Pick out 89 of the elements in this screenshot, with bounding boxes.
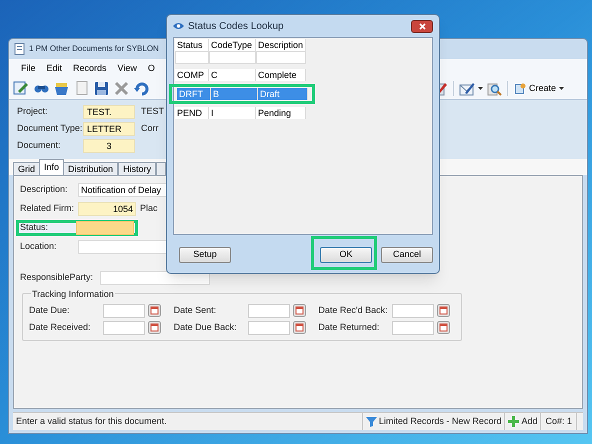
group-title: Tracking Information [31, 288, 115, 302]
calendar-icon[interactable] [148, 304, 161, 317]
input-field[interactable]: TEST. [83, 105, 135, 119]
close-icon [418, 22, 426, 30]
input-field[interactable] [392, 320, 434, 334]
table-cell: COMP [175, 69, 209, 81]
table-cell: C [209, 69, 256, 81]
menu-item[interactable]: Edit [46, 62, 62, 76]
edit-icon[interactable] [13, 80, 30, 97]
input-field[interactable]: 3 [83, 139, 135, 153]
dialog-button[interactable]: Setup [179, 246, 231, 263]
tab[interactable] [156, 162, 166, 175]
table-row[interactable]: PEND I Pending [175, 107, 306, 119]
field-label: Related Firm: [20, 202, 76, 216]
table-cell: I [209, 107, 256, 119]
field-label: Date Rec'd Back: [318, 304, 389, 317]
input-field[interactable] [103, 304, 145, 318]
field-text: TEST [141, 105, 164, 118]
input-field[interactable]: 1054 [78, 202, 136, 216]
field-label: Project: [17, 105, 49, 118]
table-cell: DRFT [177, 88, 211, 100]
field-label: Location: [20, 240, 58, 254]
field-label: Date Received: [29, 320, 92, 334]
field-text: Corr [141, 122, 158, 136]
field-label: Document: [17, 139, 62, 152]
eye-icon [173, 22, 184, 30]
input-field[interactable] [248, 304, 290, 318]
save-icon[interactable] [93, 80, 110, 97]
envelope-pen-icon[interactable] [458, 80, 475, 96]
field-label: Date Due: [29, 304, 71, 317]
field-label: Document Type: [17, 122, 83, 136]
status-text: Co#: 1 [540, 413, 577, 430]
menu-item[interactable]: View [118, 62, 137, 76]
close-button[interactable] [411, 20, 433, 32]
plus-icon [508, 416, 520, 427]
status-message: Enter a valid status for this document. [15, 414, 168, 428]
column-header[interactable]: Status [175, 39, 209, 51]
calendar-icon[interactable] [292, 304, 306, 317]
tab[interactable]: Info [39, 159, 64, 175]
menu-item[interactable]: Records [73, 62, 107, 76]
input-field[interactable] [248, 320, 290, 334]
input-field[interactable] [100, 271, 210, 285]
field-label: Date Sent: [174, 304, 218, 317]
column-header[interactable]: Description [256, 39, 306, 51]
undo-icon[interactable] [133, 80, 150, 97]
tab[interactable]: Grid [13, 162, 40, 175]
field-label: Date Returned: [318, 320, 380, 334]
field-label: ResponsibleParty: [20, 271, 94, 284]
table-cell: Draft [258, 88, 308, 100]
window-title: 1 PM Other Documents for SYBLON [29, 43, 159, 55]
calendar-icon[interactable] [148, 321, 161, 334]
field-label: Description: [20, 183, 69, 196]
input-field[interactable]: LETTER [83, 122, 135, 136]
table-cell: Pending [256, 107, 306, 119]
table-row[interactable]: COMP C Complete [175, 69, 306, 81]
dialog-button[interactable]: OK [320, 246, 372, 263]
basket-icon[interactable] [53, 80, 70, 97]
filter-field[interactable] [175, 51, 209, 64]
calendar-icon[interactable] [292, 321, 306, 334]
filter-field[interactable] [209, 51, 256, 64]
table-cell: B [211, 88, 258, 100]
caret-icon [559, 87, 564, 90]
create-button[interactable]: Create [512, 80, 566, 98]
magnifier-icon[interactable] [486, 80, 502, 96]
table-cell: PEND [175, 107, 209, 119]
status-text: Limited Records - New Record [378, 414, 502, 428]
input-field[interactable] [392, 304, 434, 318]
input-field[interactable] [103, 320, 145, 334]
field-label: Plac [140, 202, 158, 216]
new-item-icon [514, 83, 526, 94]
input-field[interactable] [76, 221, 134, 235]
field-label: Date Due Back: [174, 320, 238, 334]
menu-item[interactable]: File [21, 62, 36, 76]
dialog-button[interactable]: Cancel [381, 246, 433, 263]
field-label: Status: [20, 221, 50, 234]
column-header[interactable]: CodeType [209, 39, 256, 51]
table-cell: Complete [256, 69, 306, 81]
dialog-title: Status Codes Lookup [188, 20, 285, 34]
tab[interactable]: Distribution [63, 162, 118, 175]
document-icon [14, 43, 25, 55]
status-text: Add [521, 414, 538, 428]
filter-icon [366, 416, 377, 427]
menu-item[interactable]: O [148, 62, 155, 76]
calendar-icon[interactable] [437, 321, 450, 334]
tab[interactable]: History [118, 162, 156, 175]
caret-icon[interactable] [478, 87, 483, 90]
calendar-icon[interactable] [437, 304, 450, 317]
filter-field[interactable] [256, 51, 306, 64]
close-icon[interactable] [113, 80, 130, 97]
